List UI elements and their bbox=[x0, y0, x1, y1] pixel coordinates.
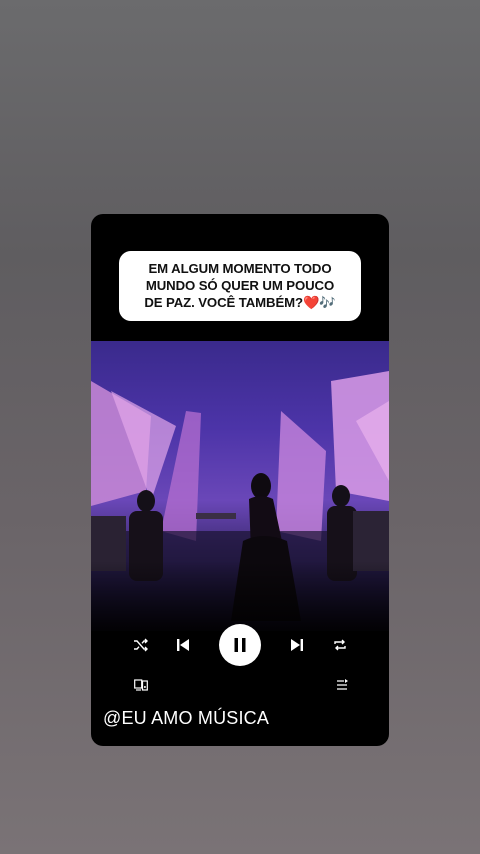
heart-emoji: ❤️ bbox=[303, 295, 320, 310]
story-card: EM ALGUM MOMENTO TODO MUNDO SÓ QUER UM P… bbox=[91, 214, 389, 746]
caption-line-3: DE PAZ. VOCÊ TAMBÉM? bbox=[144, 295, 304, 310]
repeat-icon[interactable] bbox=[330, 635, 350, 655]
video-frame[interactable] bbox=[91, 341, 389, 631]
skip-next-icon[interactable] bbox=[287, 635, 307, 655]
player-bottom-row bbox=[91, 676, 389, 696]
queue-icon[interactable] bbox=[333, 676, 351, 694]
player-controls bbox=[91, 624, 389, 672]
caption-line-2: MUNDO SÓ QUER UM POUCO bbox=[145, 278, 335, 293]
pause-button[interactable] bbox=[219, 624, 261, 666]
devices-icon[interactable] bbox=[132, 676, 150, 694]
caption-bubble: EM ALGUM MOMENTO TODO MUNDO SÓ QUER UM P… bbox=[119, 251, 361, 321]
account-handle: @EU AMO MÚSICA bbox=[103, 708, 270, 728]
caption-line-1: EM ALGUM MOMENTO TODO bbox=[148, 261, 332, 276]
shuffle-icon[interactable] bbox=[131, 635, 151, 655]
caption-line-3-wrap: DE PAZ. VOCÊ TAMBÉM?❤️🎶 bbox=[125, 294, 355, 311]
music-notes-emoji: 🎶 bbox=[319, 295, 336, 310]
video-fade bbox=[91, 561, 389, 631]
pause-icon bbox=[234, 638, 246, 652]
skip-previous-icon[interactable] bbox=[173, 635, 193, 655]
